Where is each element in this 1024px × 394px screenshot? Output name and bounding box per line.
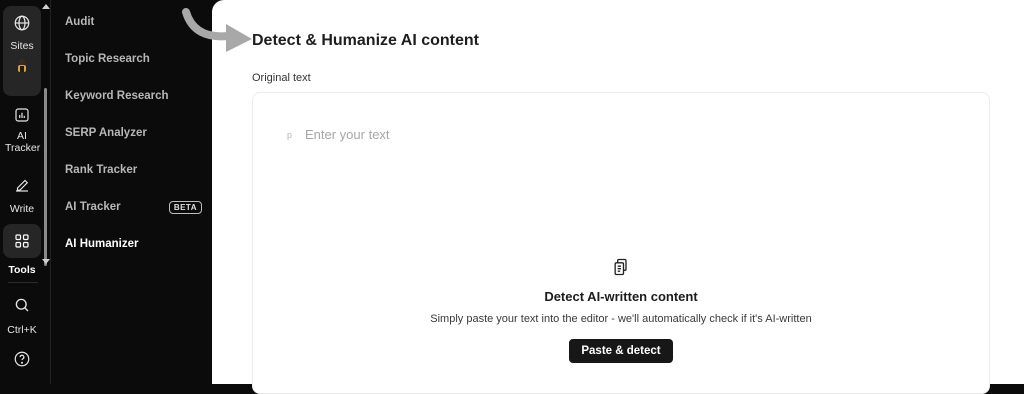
scroll-down-arrow-icon[interactable] (42, 259, 50, 264)
menu-item-ai-tracker[interactable]: AI Tracker BETA (65, 197, 202, 217)
pointer-arrow-icon (182, 8, 252, 52)
rail-sites-label: Sites (10, 40, 34, 52)
main-panel: Detect & Humanize AI content Original te… (212, 0, 1024, 394)
rail-write-label: Write (9, 203, 35, 215)
chart-tracker-icon (15, 108, 29, 122)
site-favicon-icon (18, 58, 26, 72)
menu-item-label: Rank Tracker (65, 164, 138, 176)
rail-item-ai-tracker[interactable]: AI Tracker (3, 106, 41, 154)
edit-pen-icon (16, 179, 29, 192)
empty-state-title: Detect AI-written content (544, 289, 698, 304)
rail-item-write[interactable]: Write (3, 176, 41, 215)
menu-item-keyword-research[interactable]: Keyword Research (65, 86, 202, 106)
rail-item-sites[interactable]: Sites (3, 6, 41, 96)
menu-item-label: SERP Analyzer (65, 127, 147, 139)
menu-item-label: Topic Research (65, 53, 150, 65)
beta-badge: BETA (168, 200, 202, 214)
clipboard-copy-icon (614, 258, 627, 276)
rail-divider (8, 282, 38, 283)
menu-item-label: AI Humanizer (65, 238, 139, 250)
rail-shortcut-label: Ctrl+K (7, 324, 37, 336)
original-text-label: Original text (252, 72, 311, 84)
menu-item-ai-humanizer[interactable]: AI Humanizer (65, 234, 202, 254)
menu-item-label: Audit (65, 16, 95, 28)
rail-ai-tracker-label: AI Tracker (5, 130, 41, 154)
menu-item-rank-tracker[interactable]: Rank Tracker (65, 160, 202, 180)
paragraph-block-tag: p (287, 130, 293, 140)
icon-rail: Sites AI Tracker Write Tools Ctrl+K (0, 0, 51, 384)
help-circle-icon (14, 351, 30, 367)
menu-item-label: AI Tracker (65, 201, 121, 213)
rail-tools-label: Tools (8, 264, 36, 276)
text-editor[interactable]: p Enter your text Detect AI-written cont… (252, 92, 990, 394)
paste-detect-button[interactable]: Paste & detect (569, 339, 673, 363)
tools-menu: Audit Topic Research Keyword Research SE… (51, 0, 212, 384)
rail-item-search[interactable]: Ctrl+K (3, 296, 41, 336)
page-title: Detect & Humanize AI content (252, 32, 479, 49)
menu-item-label: Keyword Research (65, 90, 169, 102)
editor-placeholder[interactable]: Enter your text (305, 127, 390, 142)
empty-state-subtitle: Simply paste your text into the editor -… (430, 313, 812, 325)
search-icon (15, 298, 29, 312)
grid-apps-icon (15, 234, 29, 248)
rail-item-tools[interactable] (3, 224, 41, 258)
rail-scrollbar[interactable] (44, 88, 47, 266)
globe-icon (14, 15, 30, 31)
rail-item-help[interactable] (3, 350, 41, 368)
empty-state: Detect AI-written content Simply paste y… (253, 257, 989, 363)
menu-item-serp-analyzer[interactable]: SERP Analyzer (65, 123, 202, 143)
scroll-up-arrow-icon[interactable] (42, 4, 50, 9)
